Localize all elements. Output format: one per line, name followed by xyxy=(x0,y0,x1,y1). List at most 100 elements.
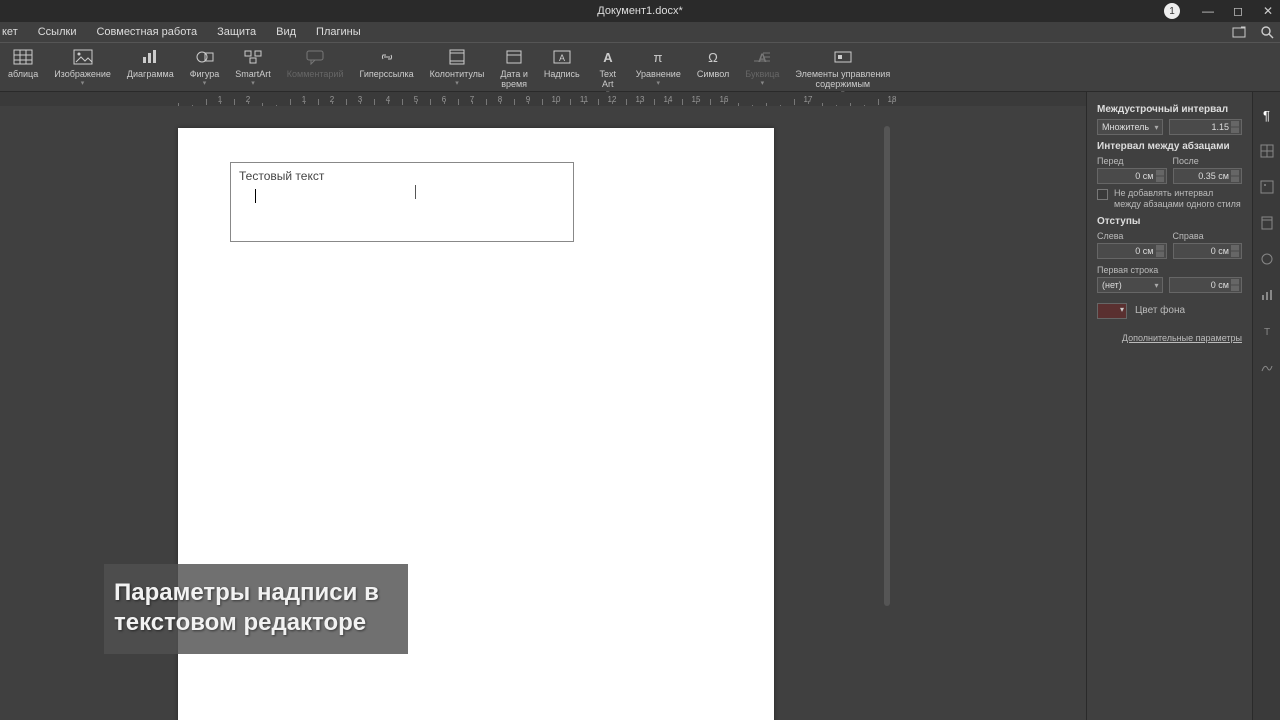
ruler-tick: 6 xyxy=(430,95,458,104)
chevron-down-icon: ▾ xyxy=(251,79,255,87)
symbol-button[interactable]: Ω Символ xyxy=(689,47,737,79)
menu-item[interactable]: Плагины xyxy=(306,23,371,41)
indent-right-label: Справа xyxy=(1173,231,1243,241)
bg-color-label: Цвет фона xyxy=(1135,305,1185,316)
ruler-tick: 13 xyxy=(626,95,654,104)
indent-right-input[interactable]: 0 см xyxy=(1173,243,1243,259)
header-footer-icon xyxy=(445,47,469,67)
svg-text:Ω: Ω xyxy=(708,50,718,65)
image-tab[interactable] xyxy=(1258,178,1276,196)
chevron-down-icon: ▾ xyxy=(455,79,459,87)
spacing-before-input[interactable]: 0 см xyxy=(1097,168,1167,184)
symbol-icon: Ω xyxy=(701,47,725,67)
header-footer-button[interactable]: Колонтитулы ▾ xyxy=(422,47,493,87)
comment-button[interactable]: Комментарий xyxy=(279,47,352,79)
ruler-tick: 18 xyxy=(878,95,906,104)
textframe-text: Тестовый текст xyxy=(239,169,565,183)
document-area[interactable]: Тестовый текст Параметры надписи в текст… xyxy=(0,106,1086,720)
text-frame[interactable]: Тестовый текст xyxy=(230,162,574,242)
comment-icon xyxy=(303,47,327,67)
checkbox-box xyxy=(1097,189,1108,200)
text-cursor-secondary xyxy=(415,185,416,199)
hyperlink-button[interactable]: Гиперссылка xyxy=(351,47,421,79)
indents-heading: Отступы xyxy=(1097,216,1242,227)
line-spacing-value-input[interactable]: 1.15 xyxy=(1169,119,1243,135)
ruler-tick: 17 xyxy=(794,95,822,104)
vertical-scrollbar[interactable] xyxy=(884,126,890,606)
ruler-tick: 7 xyxy=(458,95,486,104)
spacing-after-input[interactable]: 0.35 см xyxy=(1173,168,1243,184)
ruler-tick: 2 xyxy=(318,95,346,104)
table-icon xyxy=(11,47,35,67)
spacing-before-label: Перед xyxy=(1097,156,1167,166)
advanced-settings-link[interactable]: Дополнительные параметры xyxy=(1097,333,1242,343)
paragraph-tab[interactable]: ¶ xyxy=(1258,106,1276,124)
table-tab[interactable] xyxy=(1258,142,1276,160)
ruler-tick: 5 xyxy=(402,95,430,104)
image-button[interactable]: Изображение ▾ xyxy=(46,47,119,87)
menu-bar: кет Ссылки Совместная работа Защита Вид … xyxy=(0,22,1280,42)
indent-left-label: Слева xyxy=(1097,231,1167,241)
textart-tab[interactable]: T xyxy=(1258,322,1276,340)
svg-text:A: A xyxy=(603,50,613,65)
menu-item[interactable]: Защита xyxy=(207,23,266,41)
menu-item[interactable]: Вид xyxy=(266,23,306,41)
dropcap-button[interactable]: A Буквица ▾ xyxy=(737,47,787,87)
table-button[interactable]: аблица xyxy=(0,47,46,79)
textbox-icon: A xyxy=(550,47,574,67)
first-line-value-input[interactable]: 0 см xyxy=(1169,277,1243,293)
menu-item[interactable]: Ссылки xyxy=(28,23,87,41)
svg-text:A: A xyxy=(559,53,565,63)
search-icon[interactable] xyxy=(1260,25,1274,39)
shape-tab[interactable] xyxy=(1258,250,1276,268)
horizontal-ruler[interactable]: 12123456789101112131415161718 xyxy=(0,92,1086,106)
chart-icon xyxy=(138,47,162,67)
headerfooter-tab[interactable] xyxy=(1258,214,1276,232)
first-line-mode-select[interactable]: (нет) xyxy=(1097,277,1163,293)
content-controls-icon xyxy=(831,47,855,67)
smartart-icon xyxy=(241,47,265,67)
signature-tab[interactable] xyxy=(1258,358,1276,376)
calendar-icon xyxy=(502,47,526,67)
ruler-tick: 1 xyxy=(206,95,234,104)
line-spacing-mode-select[interactable]: Множитель xyxy=(1097,119,1163,135)
menu-item[interactable]: Совместная работа xyxy=(86,23,207,41)
shape-button[interactable]: Фигура ▾ xyxy=(182,47,228,87)
ruler-tick: 15 xyxy=(682,95,710,104)
shape-icon xyxy=(193,47,217,67)
user-badge[interactable]: 1 xyxy=(1164,3,1180,19)
chart-tab[interactable] xyxy=(1258,286,1276,304)
equation-icon: π xyxy=(646,47,670,67)
ruler-tick: 16 xyxy=(710,95,738,104)
content-controls-button[interactable]: Элементы управления содержимым ▾ xyxy=(787,47,898,97)
dropcap-icon: A xyxy=(750,47,774,67)
window-controls: 1 — ◻ ✕ xyxy=(1164,0,1276,22)
maximize-button[interactable]: ◻ xyxy=(1230,4,1246,18)
chevron-down-icon: ▾ xyxy=(203,79,207,87)
first-line-label: Первая строка xyxy=(1097,265,1242,275)
indent-left-input[interactable]: 0 см xyxy=(1097,243,1167,259)
ruler-tick: 4 xyxy=(374,95,402,104)
text-cursor xyxy=(255,189,256,203)
bg-color-picker[interactable] xyxy=(1097,303,1127,319)
equation-button[interactable]: π Уравнение ▾ xyxy=(628,47,689,87)
menu-right-icons xyxy=(1232,22,1274,42)
line-spacing-heading: Междустрочный интервал xyxy=(1097,104,1242,115)
textbox-button[interactable]: A Надпись xyxy=(536,47,588,79)
document-title: Документ1.docx* xyxy=(597,5,683,17)
no-space-same-style-checkbox[interactable]: Не добавлять интервал между абзацами одн… xyxy=(1097,188,1242,210)
smartart-button[interactable]: SmartArt ▾ xyxy=(227,47,279,87)
chevron-down-icon: ▾ xyxy=(657,79,661,87)
side-tab-strip: ¶ T xyxy=(1252,92,1280,720)
textart-button[interactable]: A Text Art ▾ xyxy=(588,47,628,97)
ruler-tick: 1 xyxy=(290,95,318,104)
ruler-tick: 11 xyxy=(570,95,598,104)
datetime-button[interactable]: Дата и время xyxy=(492,47,535,89)
menu-item[interactable]: кет xyxy=(0,23,28,41)
open-file-location-icon[interactable] xyxy=(1232,25,1246,39)
close-button[interactable]: ✕ xyxy=(1260,4,1276,18)
chart-button[interactable]: Диаграмма xyxy=(119,47,182,79)
ruler-tick: 2 xyxy=(234,95,262,104)
minimize-button[interactable]: — xyxy=(1200,4,1216,18)
caption-text: Параметры надписи в текстовом редакторе xyxy=(114,578,392,638)
